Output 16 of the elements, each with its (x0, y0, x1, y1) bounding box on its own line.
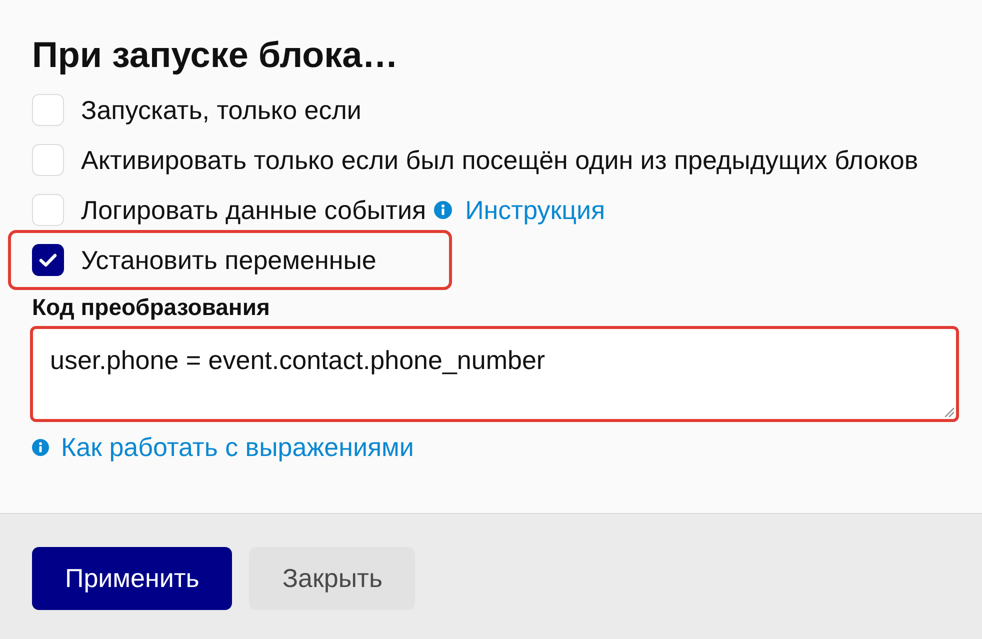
instruction-link[interactable]: Инструкция (465, 195, 606, 225)
code-field[interactable]: user.phone = event.contact.phone_number (30, 326, 959, 422)
resize-grip-icon[interactable] (944, 407, 954, 417)
close-button[interactable]: Закрыть (249, 547, 416, 610)
option-label: Логировать данные события (81, 195, 426, 225)
apply-button[interactable]: Применить (32, 547, 232, 610)
option-label: Установить переменные (81, 245, 376, 275)
info-icon (434, 201, 452, 219)
help-link[interactable]: Как работать с выражениями (61, 432, 414, 462)
option-label: Активировать только если был посещён один из предыдущих блоков (81, 145, 918, 175)
checkmark-icon (39, 253, 57, 267)
checkbox[interactable] (32, 244, 64, 276)
option-label: Запускать, только если (81, 95, 362, 125)
field-label: Код преобразования (32, 293, 270, 321)
info-icon (32, 438, 49, 456)
dialog-title: При запуске блока… (32, 34, 398, 76)
